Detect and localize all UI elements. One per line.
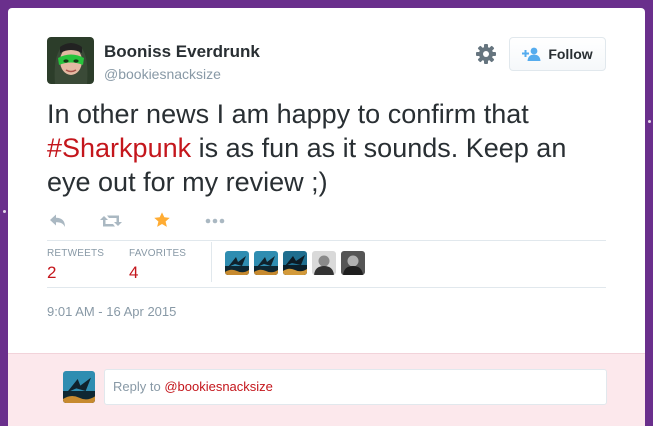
more-icon[interactable] (204, 211, 226, 236)
tweet-text-start: In other news I am happy to confirm that (47, 99, 529, 129)
tweet-timestamp[interactable]: 9:01 AM - 16 Apr 2015 (47, 304, 176, 319)
favorites-label: FAVORITES (129, 248, 187, 259)
favorites-stat[interactable]: FAVORITES 4 (129, 248, 186, 283)
stats-separator (211, 242, 212, 282)
reply-input[interactable]: Reply to @bookiesnacksize (104, 369, 607, 405)
favoriters-list (225, 251, 365, 275)
divider (47, 240, 606, 241)
background-sparkle (648, 120, 651, 123)
background-sparkle (3, 210, 6, 213)
hashtag-link[interactable]: #Sharkpunk (47, 133, 191, 163)
favoriter-avatar[interactable] (283, 251, 307, 275)
gear-icon[interactable] (475, 43, 497, 65)
divider (47, 287, 606, 288)
retweets-count: 2 (47, 263, 57, 282)
avatar[interactable] (47, 37, 94, 84)
retweets-stat[interactable]: RETWEETS 2 (47, 248, 104, 283)
reply-icon[interactable] (47, 211, 67, 236)
follow-button[interactable]: Follow (509, 37, 606, 71)
favoriter-avatar[interactable] (254, 251, 278, 275)
tweet-actions (47, 211, 267, 231)
user-name[interactable]: Booniss Everdrunk (104, 42, 260, 62)
favoriter-avatar[interactable] (312, 251, 336, 275)
follow-button-label: Follow (548, 46, 593, 62)
favorites-count: 4 (129, 263, 139, 282)
reply-area: Reply to @bookiesnacksize (8, 353, 645, 426)
star-icon[interactable] (153, 211, 171, 234)
tweet-card: Booniss Everdrunk @bookiesnacksize Follo… (8, 8, 645, 426)
add-user-icon (522, 47, 541, 61)
tweet-text: In other news I am happy to confirm that… (47, 97, 612, 199)
current-user-avatar (63, 371, 95, 403)
favoriter-avatar[interactable] (341, 251, 365, 275)
user-handle[interactable]: @bookiesnacksize (104, 66, 221, 82)
reply-handle: @bookiesnacksize (164, 379, 273, 394)
retweets-label: RETWEETS (47, 248, 105, 259)
retweet-icon[interactable] (99, 211, 123, 236)
favoriter-avatar[interactable] (225, 251, 249, 275)
reply-prefix: Reply to (113, 379, 165, 394)
